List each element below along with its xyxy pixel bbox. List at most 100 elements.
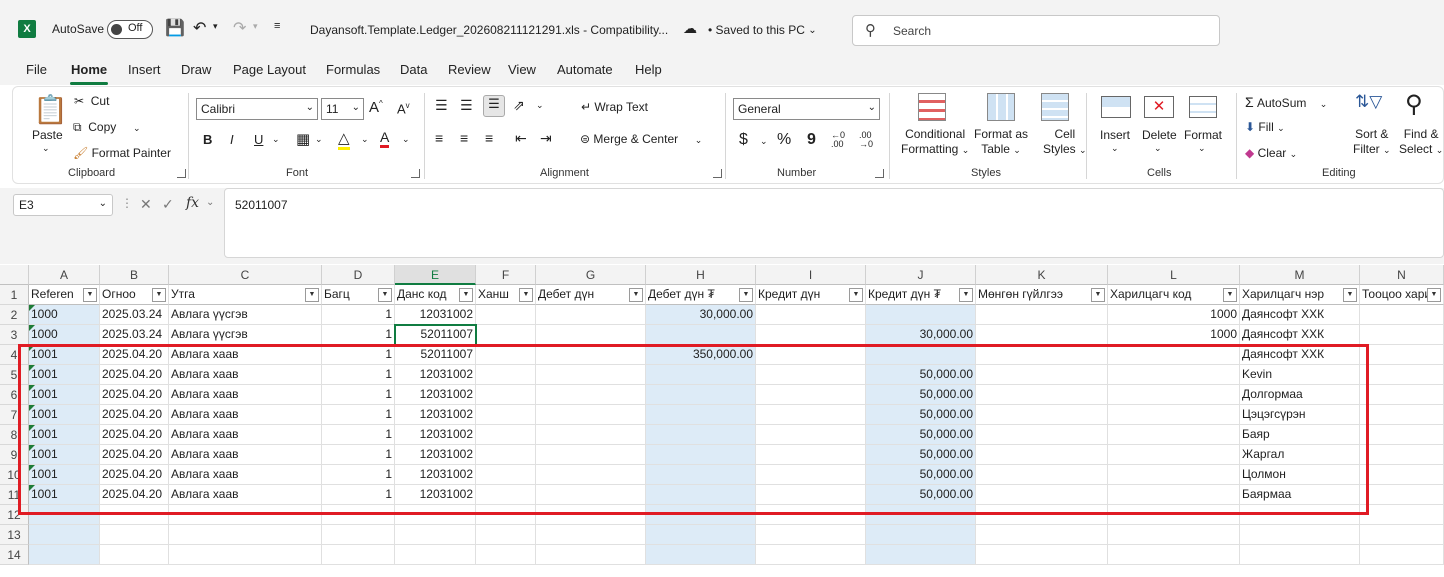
table-cell[interactable] (1360, 505, 1444, 525)
table-cell[interactable]: 12031002 (395, 305, 476, 325)
row-header-8[interactable]: 8 (0, 425, 29, 445)
conditional-formatting-icon[interactable] (918, 93, 946, 121)
table-cell[interactable] (536, 445, 646, 465)
table-cell[interactable] (1360, 385, 1444, 405)
delete-dropdown-icon[interactable]: ⌄ (1154, 143, 1162, 154)
table-cell[interactable] (1108, 545, 1240, 565)
filter-dropdown-icon[interactable]: ▼ (1343, 288, 1357, 302)
paste-dropdown-icon[interactable]: ⌄ (42, 143, 50, 154)
table-cell[interactable] (1360, 405, 1444, 425)
table-cell[interactable]: 30,000.00 (866, 325, 976, 345)
table-cell[interactable] (100, 545, 169, 565)
header-cell[interactable]: Огноо ▼ (100, 285, 169, 305)
table-cell[interactable]: 1 (322, 365, 395, 385)
table-cell[interactable] (169, 545, 322, 565)
column-header-b[interactable]: B (100, 265, 169, 285)
table-cell[interactable] (29, 505, 100, 525)
table-cell[interactable]: Цолмон (1240, 465, 1360, 485)
table-cell[interactable] (1360, 365, 1444, 385)
table-cell[interactable] (29, 525, 100, 545)
table-cell[interactable]: Авлага хаав (169, 485, 322, 505)
currency-dropdown-icon[interactable]: ⌄ (760, 136, 768, 147)
underline-button[interactable]: U (254, 132, 263, 147)
number-launcher-icon[interactable] (875, 169, 884, 178)
table-cell[interactable] (646, 385, 756, 405)
header-cell[interactable]: Кредит дүн ▼ (756, 285, 866, 305)
table-cell[interactable]: 2025.04.20 (100, 445, 169, 465)
header-cell[interactable]: Утга ▼ (169, 285, 322, 305)
table-cell[interactable]: Авлага хаав (169, 445, 322, 465)
filter-dropdown-icon[interactable]: ▼ (152, 288, 166, 302)
tab-automate[interactable]: Automate (557, 62, 613, 77)
header-cell[interactable]: Мөнгөн гүйлгээ ▼ (976, 285, 1108, 305)
table-cell[interactable]: 1 (322, 465, 395, 485)
filter-dropdown-icon[interactable]: ▼ (1223, 288, 1237, 302)
row-header-5[interactable]: 5 (0, 365, 29, 385)
table-cell[interactable] (976, 525, 1108, 545)
tab-home[interactable]: Home (71, 62, 107, 77)
table-cell[interactable]: 50,000.00 (866, 465, 976, 485)
table-cell[interactable] (169, 525, 322, 545)
insert-function-icon[interactable]: fx (186, 195, 199, 211)
table-cell[interactable] (536, 545, 646, 565)
table-cell[interactable]: 50,000.00 (866, 425, 976, 445)
table-cell[interactable] (1360, 325, 1444, 345)
table-cell[interactable] (646, 445, 756, 465)
find-select-button[interactable]: Find & Select ⌄ (1399, 127, 1443, 158)
table-cell[interactable] (756, 465, 866, 485)
table-cell[interactable]: 1001 (29, 465, 100, 485)
table-cell[interactable]: 2025.03.24 (100, 305, 169, 325)
increase-font-icon[interactable]: A^ (369, 99, 383, 116)
table-cell[interactable]: 1 (322, 485, 395, 505)
column-header-m[interactable]: M (1240, 265, 1360, 285)
column-header-f[interactable]: F (476, 265, 536, 285)
filter-dropdown-icon[interactable]: ▼ (459, 288, 473, 302)
table-cell[interactable]: Авлага хаав (169, 345, 322, 365)
comma-style-button[interactable]: 9 (807, 131, 816, 149)
table-cell[interactable] (976, 445, 1108, 465)
table-cell[interactable]: 1001 (29, 425, 100, 445)
table-cell[interactable]: 30,000.00 (646, 305, 756, 325)
row-header-1[interactable]: 1 (0, 285, 29, 305)
paste-icon[interactable]: 📋 (33, 93, 68, 126)
bold-button[interactable]: B (203, 132, 212, 147)
align-left-icon[interactable]: ≡ (435, 130, 443, 146)
table-cell[interactable] (395, 525, 476, 545)
redo-icon[interactable]: ↷ (233, 18, 246, 38)
table-cell[interactable] (1108, 525, 1240, 545)
table-cell[interactable] (646, 405, 756, 425)
table-cell[interactable] (536, 345, 646, 365)
save-icon[interactable]: 💾 (165, 18, 185, 38)
table-cell[interactable] (536, 465, 646, 485)
conditional-formatting-button[interactable]: Conditional Formatting ⌄ (901, 127, 969, 158)
table-cell[interactable]: 2025.04.20 (100, 425, 169, 445)
table-cell[interactable] (29, 545, 100, 565)
table-cell[interactable] (1108, 385, 1240, 405)
name-box[interactable]: E3 ⌄ (13, 194, 113, 216)
redo-dropdown-icon[interactable]: ▾ (253, 21, 258, 32)
table-cell[interactable]: Даянсофт ХХК (1240, 305, 1360, 325)
orientation-dropdown-icon[interactable]: ⌄ (536, 100, 544, 111)
table-cell[interactable] (1108, 425, 1240, 445)
table-cell[interactable]: Авлага хаав (169, 425, 322, 445)
table-cell[interactable] (395, 505, 476, 525)
table-cell[interactable] (322, 525, 395, 545)
header-cell[interactable]: Харилцагч код ▼ (1108, 285, 1240, 305)
table-cell[interactable]: 1000 (29, 305, 100, 325)
header-cell[interactable]: Багц ▼ (322, 285, 395, 305)
header-cell[interactable]: Дебет дүн ▼ (536, 285, 646, 305)
decrease-decimal-icon[interactable]: .00 →0 (859, 131, 873, 149)
insert-dropdown-icon[interactable]: ⌄ (1111, 143, 1119, 154)
header-cell[interactable]: Данс код ▼ (395, 285, 476, 305)
magnifier-icon[interactable]: ⚲ (1405, 90, 1423, 119)
font-launcher-icon[interactable] (411, 169, 420, 178)
row-header-6[interactable]: 6 (0, 385, 29, 405)
table-cell[interactable] (476, 505, 536, 525)
table-cell[interactable]: 12031002 (395, 465, 476, 485)
table-cell[interactable] (1360, 345, 1444, 365)
table-cell[interactable]: Даянсофт ХХК (1240, 325, 1360, 345)
table-cell[interactable] (536, 385, 646, 405)
column-header-g[interactable]: G (536, 265, 646, 285)
table-cell[interactable] (976, 325, 1108, 345)
table-cell[interactable] (756, 505, 866, 525)
